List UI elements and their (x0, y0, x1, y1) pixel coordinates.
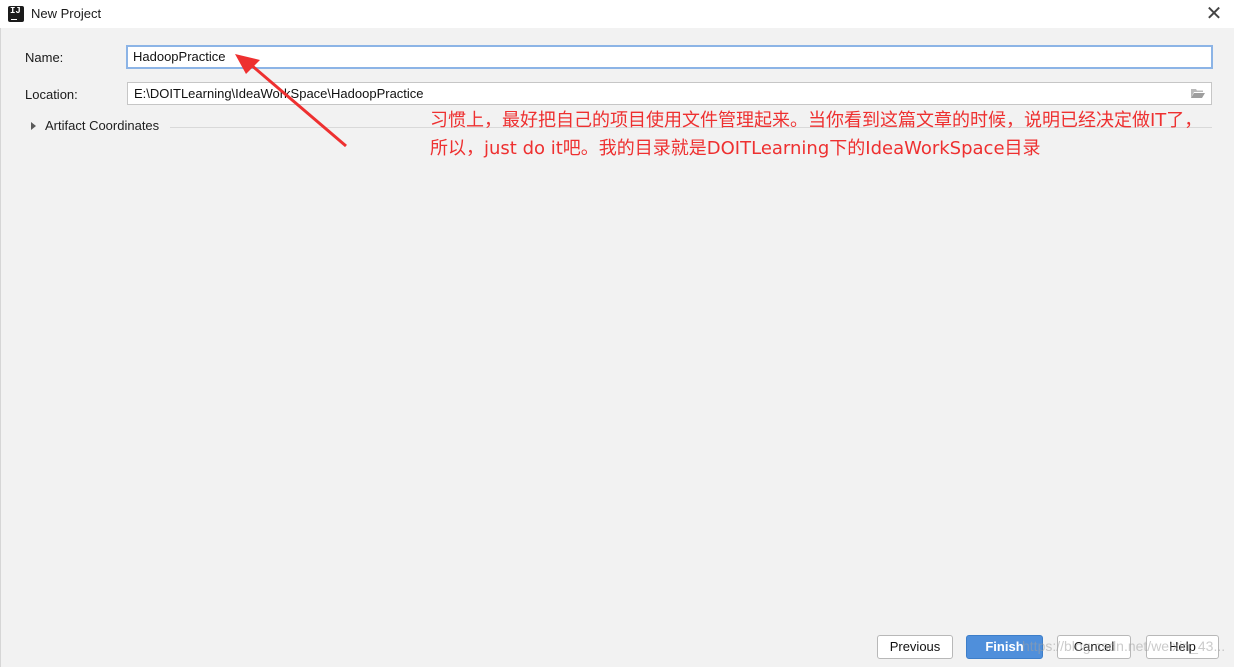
window-left-border (0, 28, 1, 667)
annotation-arrow-icon (235, 54, 347, 148)
previous-button[interactable]: Previous (877, 635, 953, 659)
cancel-button[interactable]: Cancel (1057, 635, 1131, 659)
location-label: Location: (25, 87, 78, 102)
intellij-idea-icon: IJ (8, 6, 24, 22)
app-icon-text: IJ (10, 6, 21, 16)
window-title: New Project (31, 6, 102, 21)
help-button[interactable]: Help (1146, 635, 1219, 659)
artifact-coordinates-label: Artifact Coordinates (45, 118, 160, 133)
chevron-right-icon (31, 122, 36, 130)
close-button[interactable]: ✕ (1200, 0, 1228, 28)
annotation-text: 习惯上，最好把自己的项目使用文件管理起来。当你看到这篇文章的时候，说明已经决定做… (430, 110, 1203, 159)
finish-button[interactable]: Finish (966, 635, 1043, 659)
name-label: Name: (25, 50, 64, 65)
folder-open-icon[interactable] (1190, 87, 1206, 99)
title-bar: IJ New Project ✕ (0, 0, 1234, 28)
